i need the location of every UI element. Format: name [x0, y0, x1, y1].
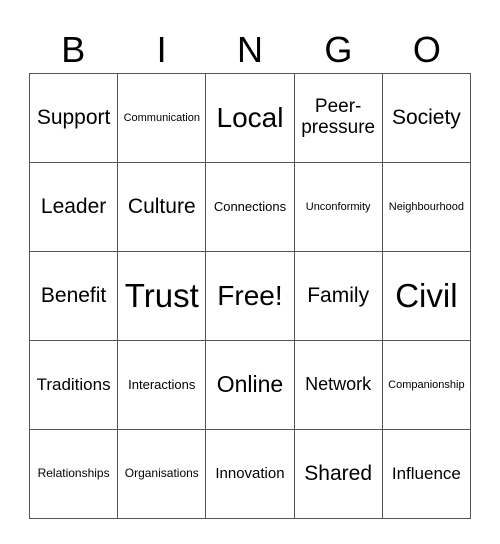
bingo-cell[interactable]: Innovation [205, 429, 295, 519]
bingo-cell[interactable]: Companionship [381, 340, 472, 430]
bingo-cell[interactable]: Culture [117, 162, 207, 252]
bingo-cell[interactable]: Support [28, 73, 119, 163]
bingo-cell[interactable]: Traditions [28, 340, 119, 430]
bingo-cell[interactable]: Peer-pressure [293, 73, 383, 163]
bingo-cell[interactable]: Local [205, 73, 295, 163]
bingo-cell[interactable]: Shared [293, 429, 383, 519]
bingo-grid: Support Communication Local Peer-pressur… [28, 73, 472, 519]
header-letter-i: I [156, 29, 167, 70]
bingo-cell[interactable]: Benefit [28, 251, 119, 341]
header-letter-g: G [324, 29, 353, 70]
bingo-cell[interactable]: Civil [381, 251, 472, 341]
bingo-cell[interactable]: Connections [205, 162, 295, 252]
bingo-cell[interactable]: Trust [117, 251, 207, 341]
header-letter-b: B [61, 29, 86, 70]
bingo-cell[interactable]: Interactions [117, 340, 207, 430]
bingo-cell[interactable]: Network [293, 340, 383, 430]
bingo-cell[interactable]: Communication [117, 73, 207, 163]
bingo-cell[interactable]: Family [293, 251, 383, 341]
bingo-cell[interactable]: Organisations [117, 429, 207, 519]
bingo-cell[interactable]: Relationships [28, 429, 119, 519]
bingo-header: B I N G O [29, 28, 471, 72]
grid-row: Relationships Organisations Innovation S… [28, 429, 472, 519]
bingo-cell[interactable]: Leader [28, 162, 119, 252]
bingo-cell[interactable]: Society [381, 73, 472, 163]
bingo-cell[interactable]: Online [205, 340, 295, 430]
header-letter-n: N [237, 29, 264, 70]
grid-row: Benefit Trust Free! Family Civil [28, 251, 472, 341]
free-space-cell[interactable]: Free! [205, 251, 295, 341]
bingo-cell[interactable]: Neighbourhood [381, 162, 472, 252]
bingo-cell[interactable]: Influence [381, 429, 472, 519]
grid-row: Leader Culture Connections Unconformity … [28, 162, 472, 252]
grid-row: Support Communication Local Peer-pressur… [28, 73, 472, 163]
grid-row: Traditions Interactions Online Network C… [28, 340, 472, 430]
bingo-cell[interactable]: Unconformity [293, 162, 383, 252]
header-letter-o: O [412, 29, 441, 70]
